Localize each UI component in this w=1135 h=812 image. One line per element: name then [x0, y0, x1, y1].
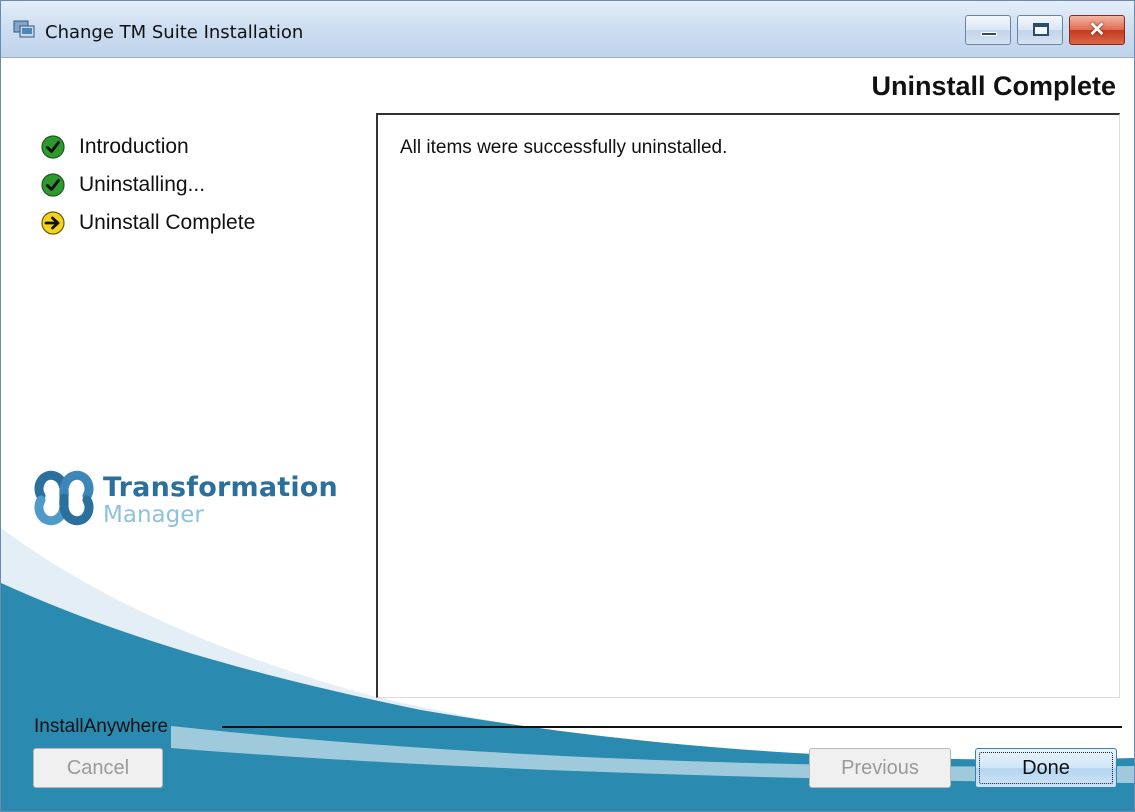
- installer-app-icon: [13, 20, 35, 38]
- maximize-button[interactable]: [1017, 15, 1063, 45]
- window-title: Change TM Suite Installation: [45, 22, 304, 43]
- step-label: Introduction: [79, 135, 189, 158]
- logo-knot-icon: [34, 470, 94, 526]
- installer-client-area: Uninstall Complete Introduction Uninstal…: [1, 58, 1134, 811]
- minimize-button[interactable]: [965, 15, 1011, 45]
- done-button[interactable]: Done: [975, 748, 1117, 788]
- check-icon: [41, 135, 65, 159]
- logo-text-line2: Manager: [103, 502, 204, 528]
- cancel-button[interactable]: Cancel: [33, 748, 163, 788]
- logo-text-line1: Transformation: [103, 472, 338, 503]
- installer-window: Change TM Suite Installation ✕ Uninstall…: [0, 0, 1135, 812]
- maximize-icon: [1033, 23, 1049, 36]
- minimize-icon: [981, 32, 997, 36]
- footer-divider: [222, 726, 1122, 728]
- footer-brand-row: InstallAnywhere: [34, 716, 1122, 740]
- check-icon: [41, 173, 65, 197]
- arrow-right-icon: [41, 211, 65, 235]
- page-title: Uninstall Complete: [871, 71, 1116, 101]
- title-bar[interactable]: Change TM Suite Installation ✕: [1, 1, 1134, 58]
- status-message: All items were successfully uninstalled.: [400, 137, 728, 158]
- close-button[interactable]: ✕: [1069, 15, 1125, 45]
- step-label: Uninstall Complete: [79, 211, 256, 234]
- close-icon: ✕: [1088, 19, 1106, 41]
- content-panel: All items were successfully uninstalled.: [376, 113, 1120, 698]
- step-label: Uninstalling...: [79, 173, 206, 196]
- previous-button[interactable]: Previous: [809, 748, 951, 788]
- transformation-manager-logo: Transformation Manager: [33, 466, 338, 530]
- done-button-label: Done: [1022, 757, 1070, 779]
- installanywhere-label: InstallAnywhere: [34, 716, 169, 737]
